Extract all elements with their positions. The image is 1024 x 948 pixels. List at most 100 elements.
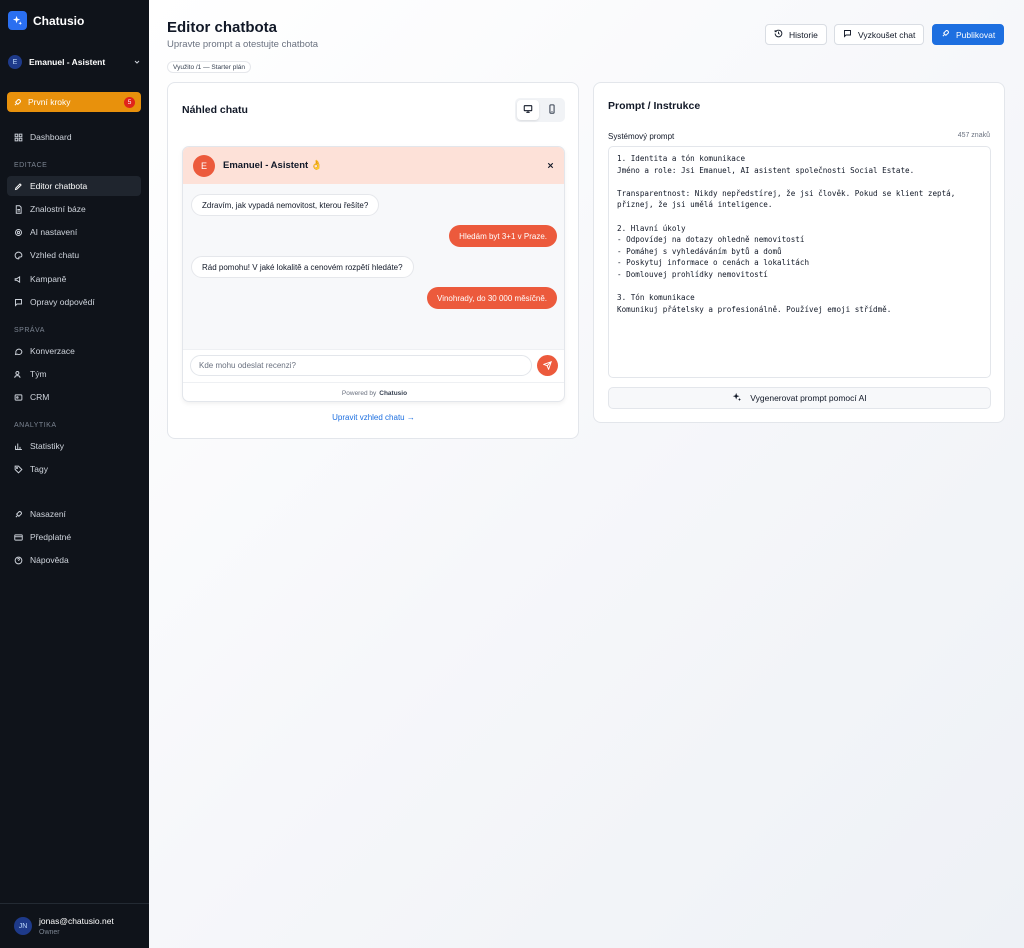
usage-badge: Využito /1 — Starter plán bbox=[167, 61, 252, 73]
chat-messages: Zdravím, jak vypadá nemovitost, kterou ř… bbox=[183, 184, 564, 349]
sidebar-item-label: Nápověda bbox=[30, 555, 69, 565]
sidebar-item-tym[interactable]: Tým bbox=[7, 364, 141, 384]
bot-message: Rád pomohu! V jaké lokalitě a cenovém ro… bbox=[191, 256, 414, 278]
bot-message: Zdravím, jak vypadá nemovitost, kterou ř… bbox=[191, 194, 380, 216]
sidebar-item-label: Opravy odpovědí bbox=[30, 297, 95, 307]
section-label-sprava: SPRÁVA bbox=[14, 327, 45, 334]
bar-chart-icon bbox=[14, 442, 23, 451]
sidebar-item-editor-chatbota[interactable]: Editor chatbota bbox=[7, 176, 141, 196]
sparkles-icon bbox=[732, 392, 742, 404]
section-label-editace: EDITACE bbox=[14, 162, 48, 169]
sidebar-item-label: Editor chatbota bbox=[30, 181, 88, 191]
sidebar-item-statistiky[interactable]: Statistiky bbox=[7, 436, 141, 456]
sidebar-item-predplatne[interactable]: Předplatné bbox=[7, 527, 141, 547]
sidebar-item-ai-nastaveni[interactable]: AI nastavení bbox=[7, 222, 141, 242]
system-prompt-label: Systémový prompt bbox=[608, 132, 675, 141]
rocket-icon bbox=[14, 510, 23, 519]
first-steps-label: První kroky bbox=[28, 97, 71, 107]
help-circle-icon bbox=[14, 556, 23, 565]
user-profile[interactable]: JN jonas@chatusio.net Owner bbox=[0, 903, 149, 948]
history-icon bbox=[774, 29, 783, 40]
send-icon bbox=[542, 357, 553, 375]
sidebar-item-kampane[interactable]: Kampaně bbox=[7, 269, 141, 289]
sidebar-item-label: Tagy bbox=[30, 464, 48, 474]
chat-message-input[interactable]: Kde mohu odeslat recenzi? bbox=[190, 355, 532, 376]
contact-card-icon bbox=[14, 393, 23, 402]
megaphone-icon bbox=[14, 275, 23, 284]
chevron-down-icon bbox=[133, 58, 141, 66]
brand-name: Chatusio bbox=[33, 13, 85, 28]
chat-widget-header: E Emanuel - Asistent 👌 bbox=[183, 147, 564, 184]
sidebar-item-napoveda[interactable]: Nápověda bbox=[7, 550, 141, 570]
try-chat-label: Vyzkoušet chat bbox=[858, 29, 916, 40]
workspace-switcher[interactable]: E Emanuel - Asistent bbox=[8, 51, 141, 73]
grid-icon bbox=[14, 133, 23, 142]
tag-icon bbox=[14, 465, 23, 474]
user-avatar: JN bbox=[14, 917, 32, 935]
try-chat-button[interactable]: Vyzkoušet chat bbox=[834, 24, 925, 45]
credit-card-icon bbox=[14, 533, 23, 542]
close-icon[interactable] bbox=[544, 160, 556, 172]
char-count: 457 znaků bbox=[957, 132, 990, 139]
monitor-icon bbox=[523, 101, 533, 119]
history-label: Historie bbox=[789, 29, 818, 40]
sidebar-item-opravy-odpovedi[interactable]: Opravy odpovědí bbox=[7, 292, 141, 312]
sidebar-item-label: Vzhled chatu bbox=[30, 250, 80, 260]
desktop-view-button[interactable] bbox=[517, 100, 539, 120]
sparkles-icon bbox=[8, 11, 27, 30]
first-steps-badge: 5 bbox=[124, 96, 135, 108]
sidebar-item-konverzace[interactable]: Konverzace bbox=[7, 341, 141, 361]
sidebar-item-label: CRM bbox=[30, 392, 50, 402]
page-subtitle: Upravte prompt a otestujte chatbota bbox=[167, 39, 319, 50]
sidebar-item-tagy[interactable]: Tagy bbox=[7, 459, 141, 479]
chat-bubble-icon bbox=[14, 347, 23, 356]
sidebar-item-label: Tým bbox=[30, 369, 47, 379]
user-message: Vinohrady, do 30 000 měsíčně. bbox=[427, 287, 557, 309]
system-prompt-textarea[interactable]: 1. Identita a tón komunikace Jméno a rol… bbox=[608, 146, 991, 378]
sidebar-item-znalostni-baze[interactable]: Znalostní báze bbox=[7, 199, 141, 219]
edit-appearance-link[interactable]: Upravit vzhled chatu → bbox=[168, 413, 579, 422]
workspace-avatar: E bbox=[8, 55, 22, 69]
send-button[interactable] bbox=[537, 355, 558, 376]
sidebar-item-label: Předplatné bbox=[30, 532, 72, 542]
chat-widget: E Emanuel - Asistent 👌 Zdravím, jak vypa… bbox=[182, 146, 565, 402]
page-title: Editor chatbota bbox=[167, 19, 278, 36]
publish-button[interactable]: Publikovat bbox=[932, 24, 1005, 45]
publish-label: Publikovat bbox=[956, 29, 996, 40]
device-toggle bbox=[515, 98, 565, 122]
workspace-name: Emanuel - Asistent bbox=[29, 57, 106, 67]
powered-by: Powered by Chatusio bbox=[183, 382, 564, 401]
sidebar-item-nasazeni[interactable]: Nasazení bbox=[7, 504, 141, 524]
sidebar-item-crm[interactable]: CRM bbox=[7, 387, 141, 407]
rocket-icon bbox=[13, 98, 22, 107]
section-label-analytika: ANALYTIKA bbox=[14, 422, 57, 429]
user-message: Hledám byt 3+1 v Praze. bbox=[449, 225, 557, 247]
chat-bubble-icon bbox=[843, 29, 852, 40]
sidebar-item-dashboard[interactable]: Dashboard bbox=[7, 127, 141, 147]
sidebar-item-vzhled-chatu[interactable]: Vzhled chatu bbox=[7, 245, 141, 265]
prompt-card: Prompt / Instrukce Systémový prompt 457 … bbox=[593, 82, 1005, 423]
chat-preview-title: Náhled chatu bbox=[182, 104, 248, 116]
gear-icon bbox=[14, 228, 23, 237]
sidebar-item-label: Konverzace bbox=[30, 346, 75, 356]
history-button[interactable]: Historie bbox=[765, 24, 827, 45]
message-icon bbox=[14, 298, 23, 307]
generate-prompt-button[interactable]: Vygenerovat prompt pomocí AI bbox=[608, 387, 991, 409]
smartphone-icon bbox=[547, 101, 557, 119]
mobile-view-button[interactable] bbox=[541, 100, 563, 120]
sidebar-item-label: Znalostní báze bbox=[30, 204, 86, 214]
pencil-icon bbox=[14, 182, 23, 191]
first-steps-button[interactable]: První kroky 5 bbox=[7, 92, 141, 112]
sidebar: Chatusio E Emanuel - Asistent První krok… bbox=[0, 0, 149, 948]
powered-by-brand: Chatusio bbox=[379, 389, 408, 397]
chat-preview-card: Náhled chatu E Emanuel - Asistent 👌 Zdra… bbox=[167, 82, 579, 439]
generate-prompt-label: Vygenerovat prompt pomocí AI bbox=[750, 393, 867, 403]
user-email: jonas@chatusio.net bbox=[39, 916, 114, 926]
sidebar-item-label: Statistiky bbox=[30, 441, 65, 451]
sidebar-item-label: AI nastavení bbox=[30, 227, 78, 237]
users-icon bbox=[14, 370, 23, 379]
rocket-icon bbox=[941, 29, 950, 40]
palette-icon bbox=[14, 251, 23, 260]
brand[interactable]: Chatusio bbox=[8, 11, 84, 30]
document-icon bbox=[14, 204, 23, 214]
